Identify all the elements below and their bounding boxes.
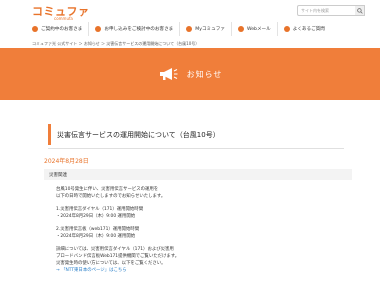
nav-item-label: Myコミュファ xyxy=(195,27,225,32)
title-divider xyxy=(48,148,344,149)
user-add-icon xyxy=(95,26,102,32)
nav-item-my-commufa[interactable]: Myコミュファ xyxy=(179,22,231,36)
article-body: 台風10号発生に伴い、災害用伝言サービスの運用を 以下の日時で開始いたしますので… xyxy=(56,186,346,274)
mail-icon xyxy=(237,26,244,32)
nav-item-prospective-customers[interactable]: お申し込みをご検討中のお客さま xyxy=(88,22,179,36)
page-banner: お知らせ xyxy=(0,48,380,100)
global-nav: ご契約中のお客さま お申し込みをご検討中のお客さま Myコミュファ Webメール… xyxy=(32,22,370,36)
category-badge: 災害関連 xyxy=(44,169,352,180)
nav-item-current-customers[interactable]: ご契約中のお客さま xyxy=(32,22,88,36)
body-line: 台風10号発生に伴い、災害用伝言サービスの運用を xyxy=(56,187,159,192)
nav-item-label: よくあるご質問 xyxy=(292,27,325,32)
article-title: 災害伝言サービスの運用開始について（台風10号） xyxy=(48,124,344,145)
nav-item-label: お申し込みをご検討中のお客さま xyxy=(104,27,174,32)
body-line: 以下の日時で開始いたしますのでお知らせいたします。 xyxy=(56,194,166,199)
search-input[interactable]: サイト内を検索 xyxy=(297,5,357,16)
question-icon xyxy=(283,26,290,32)
body-line: ・2024年8月29日（木）9:00 運用開始 xyxy=(56,234,136,239)
site-header: コミュファ commufa サイト内を検索 ご契約中のお客さま お申し込みをご検… xyxy=(0,0,380,48)
megaphone-icon xyxy=(159,68,178,80)
page-title: お知らせ xyxy=(186,69,223,79)
breadcrumb[interactable]: コミュファ光 公式サイト ＞ お知らせ ＞ 災害伝言サービスの運用開始について（… xyxy=(32,41,199,47)
nav-item-faq[interactable]: よくあるご質問 xyxy=(276,22,331,36)
body-line: 1.災害用伝言ダイヤル（171）運用開始時間 xyxy=(56,207,144,212)
body-line: ・2024年8月29日（木）9:00 運用開始 xyxy=(56,214,136,219)
article: 災害伝言サービスの運用開始について（台風10号） 2024年8月28日 災害関連… xyxy=(40,108,352,285)
ntt-east-link[interactable]: → 「NTT東日本のページ」はこちら xyxy=(56,267,346,274)
commufa-logo[interactable]: コミュファ commufa xyxy=(32,3,89,21)
body-line: 詳細については、災害用伝言ダイヤル（171）および災害用 xyxy=(56,247,174,252)
nav-item-webmail[interactable]: Webメール xyxy=(230,22,277,36)
search-icon xyxy=(356,7,363,14)
nav-item-label: ご契約中のお客さま xyxy=(41,27,83,32)
logo-subtext: commufa xyxy=(54,16,73,21)
article-date: 2024年8月28日 xyxy=(44,158,89,165)
heart-icon xyxy=(186,26,193,32)
search-button[interactable] xyxy=(355,5,365,16)
body-line: 災害発生時の使い方については、以下をご覧ください。 xyxy=(56,261,166,266)
body-line: 2.災害用伝言板（web171）運用開始時間 xyxy=(56,227,140,232)
user-icon xyxy=(32,26,38,32)
nav-item-label: Webメール xyxy=(246,27,271,32)
body-line: ブロードバンド伝言板Web171提供機関でご覧いただけます。 xyxy=(56,254,180,259)
